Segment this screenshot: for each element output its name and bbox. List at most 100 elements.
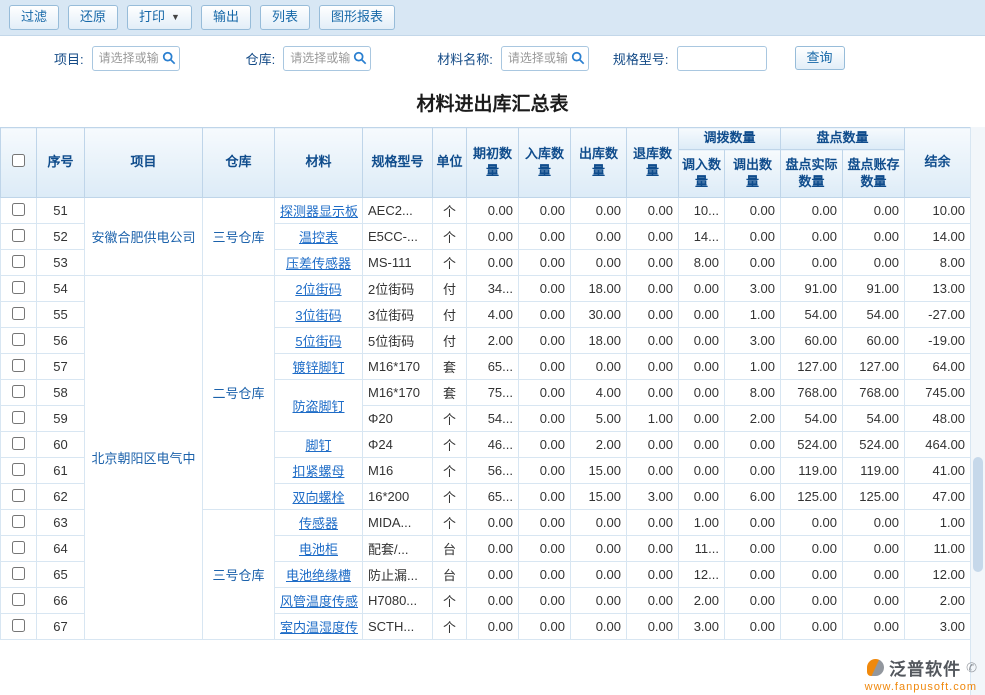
material-link[interactable]: 电池柜 <box>299 542 338 557</box>
row-checkbox[interactable] <box>12 255 25 268</box>
row-checkbox[interactable] <box>12 359 25 372</box>
row-checkbox[interactable] <box>12 307 25 320</box>
stock-actual-cell: 125.00 <box>781 484 843 510</box>
table-row: 51安徽合肥供电公司三号仓库探测器显示板AEC2...个0.000.000.00… <box>1 198 971 224</box>
row-checkbox[interactable] <box>12 281 25 294</box>
spec-model-input[interactable] <box>677 46 767 71</box>
search-icon[interactable] <box>162 51 176 65</box>
material-link[interactable]: 镀锌脚钉 <box>292 360 344 375</box>
spec-cell: M16*170 <box>363 380 433 406</box>
material-link[interactable]: 扣紧螺母 <box>292 464 344 479</box>
spec-model-label: 规格型号: <box>613 49 669 68</box>
material-name-label: 材料名称: <box>437 49 493 68</box>
row-checkbox-cell <box>1 250 37 276</box>
qty-in-cell: 0.00 <box>519 510 571 536</box>
row-number-cell: 53 <box>37 250 85 276</box>
select-all-checkbox[interactable] <box>12 154 25 167</box>
qty-out-cell: 5.00 <box>571 406 627 432</box>
spec-cell: 2位街码 <box>363 276 433 302</box>
qty-in-cell: 0.00 <box>519 198 571 224</box>
stock-book-cell: 0.00 <box>843 250 905 276</box>
list-button[interactable]: 列表 <box>260 5 310 29</box>
vertical-scrollbar[interactable] <box>970 127 985 695</box>
balance-cell: 41.00 <box>905 458 971 484</box>
row-checkbox[interactable] <box>12 385 25 398</box>
restore-button[interactable]: 还原 <box>68 5 118 29</box>
table-row: 54北京朝阳区电气中二号仓库2位街码2位街码付34...0.0018.000.0… <box>1 276 971 302</box>
material-link[interactable]: 温控表 <box>299 230 338 245</box>
material-link[interactable]: 探测器显示板 <box>280 204 358 219</box>
qty-in-cell: 0.00 <box>519 380 571 406</box>
row-checkbox[interactable] <box>12 463 25 476</box>
filter-button[interactable]: 过滤 <box>9 5 59 29</box>
material-link[interactable]: 电池绝缘槽 <box>286 568 351 583</box>
material-link[interactable]: 2位街码 <box>295 282 341 297</box>
material-link[interactable]: 防盗脚钉 <box>292 399 344 414</box>
row-number-cell: 52 <box>37 224 85 250</box>
unit-cell: 台 <box>433 562 467 588</box>
material-link[interactable]: 3位街码 <box>295 308 341 323</box>
stock-actual-cell: 0.00 <box>781 250 843 276</box>
transfer-out-cell: 1.00 <box>725 354 781 380</box>
output-button[interactable]: 输出 <box>201 5 251 29</box>
print-button[interactable]: 打印 ▼ <box>127 5 192 29</box>
row-checkbox[interactable] <box>12 619 25 632</box>
qty-out-cell: 18.00 <box>571 328 627 354</box>
balance-cell: 64.00 <box>905 354 971 380</box>
stock-book-cell: 0.00 <box>843 510 905 536</box>
qty-return-cell: 0.00 <box>627 510 679 536</box>
row-checkbox[interactable] <box>12 333 25 346</box>
query-button[interactable]: 查询 <box>795 46 845 70</box>
row-checkbox[interactable] <box>12 515 25 528</box>
unit-cell: 个 <box>433 614 467 640</box>
row-number-cell: 61 <box>37 458 85 484</box>
row-checkbox[interactable] <box>12 411 25 424</box>
qty-in-cell: 0.00 <box>519 432 571 458</box>
transfer-in-cell: 0.00 <box>679 302 725 328</box>
row-checkbox[interactable] <box>12 229 25 242</box>
row-checkbox[interactable] <box>12 567 25 580</box>
balance-cell: 8.00 <box>905 250 971 276</box>
qty-initial-cell: 65... <box>467 354 519 380</box>
row-checkbox-cell <box>1 614 37 640</box>
search-icon[interactable] <box>571 51 585 65</box>
project-cell: 北京朝阳区电气中 <box>85 276 203 640</box>
material-link[interactable]: 室内温湿度传 <box>280 620 358 635</box>
unit-cell: 个 <box>433 250 467 276</box>
spec-cell: MIDA... <box>363 510 433 536</box>
transfer-in-cell: 0.00 <box>679 276 725 302</box>
row-checkbox-cell <box>1 536 37 562</box>
material-link[interactable]: 压差传感器 <box>286 256 351 271</box>
stock-book-cell: 127.00 <box>843 354 905 380</box>
stock-book-cell: 54.00 <box>843 302 905 328</box>
spec-cell: M16 <box>363 458 433 484</box>
transfer-out-cell: 1.00 <box>725 302 781 328</box>
material-link[interactable]: 5位街码 <box>295 334 341 349</box>
material-cell: 脚钉 <box>275 432 363 458</box>
row-checkbox[interactable] <box>12 203 25 216</box>
row-checkbox[interactable] <box>12 541 25 554</box>
header-qty-in: 入库数量 <box>519 128 571 198</box>
row-checkbox-cell <box>1 302 37 328</box>
row-checkbox[interactable] <box>12 489 25 502</box>
material-link[interactable]: 双向螺栓 <box>292 490 344 505</box>
row-checkbox-cell <box>1 224 37 250</box>
qty-out-cell: 18.00 <box>571 276 627 302</box>
stock-actual-cell: 0.00 <box>781 562 843 588</box>
row-checkbox[interactable] <box>12 593 25 606</box>
material-link[interactable]: 脚钉 <box>305 438 331 453</box>
material-link[interactable]: 风管温度传感 <box>280 594 358 609</box>
scrollbar-thumb[interactable] <box>973 457 983 572</box>
row-checkbox[interactable] <box>12 437 25 450</box>
transfer-in-cell: 8.00 <box>679 250 725 276</box>
qty-in-cell: 0.00 <box>519 328 571 354</box>
transfer-in-cell: 12... <box>679 562 725 588</box>
qty-in-cell: 0.00 <box>519 458 571 484</box>
qty-out-cell: 0.00 <box>571 354 627 380</box>
search-icon[interactable] <box>353 51 367 65</box>
qty-return-cell: 0.00 <box>627 302 679 328</box>
warehouse-cell: 三号仓库 <box>203 510 275 640</box>
material-link[interactable]: 传感器 <box>299 516 338 531</box>
graph-report-button[interactable]: 图形报表 <box>319 5 395 29</box>
header-warehouse: 仓库 <box>203 128 275 198</box>
